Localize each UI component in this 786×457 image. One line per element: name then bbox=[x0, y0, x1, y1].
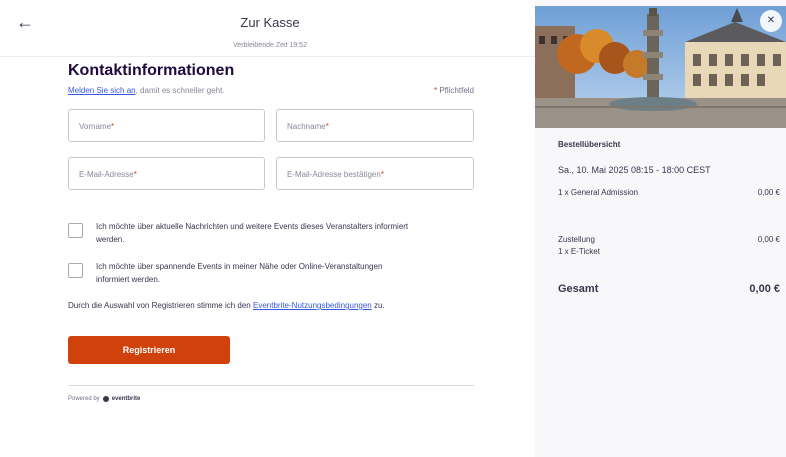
eventbrite-logo-icon bbox=[102, 396, 109, 402]
form-divider bbox=[68, 385, 474, 386]
newsletter-organizer-label: Ich möchte über aktuelle Nachrichten und… bbox=[96, 222, 409, 244]
close-icon[interactable]: ✕ bbox=[760, 10, 782, 32]
order-total: Gesamt 0,00 € bbox=[558, 283, 780, 295]
delivery-price: 0,00 € bbox=[757, 235, 780, 244]
ticket-price: 0,00 € bbox=[757, 188, 780, 197]
login-row: Melden Sie sich an, damit es schneller g… bbox=[68, 86, 474, 98]
eventbrite-brand: eventbrite bbox=[111, 396, 141, 402]
last-name-field[interactable]: Nachname* bbox=[276, 109, 474, 142]
email-confirm-field[interactable]: E-Mail-Adresse bestätigen* bbox=[276, 157, 474, 190]
order-summary-panel: ✕ Bestellübersicht Sa., 10. Mai 2025 08:… bbox=[535, 0, 786, 457]
summary-title: Bestellübersicht bbox=[558, 140, 621, 149]
delivery-line: Zustellung 1 x E-Ticket 0,00 € bbox=[558, 234, 780, 260]
event-date: Sa., 10. Mai 2025 08:15 - 18:00 CEST bbox=[558, 165, 711, 175]
event-photo-icon bbox=[535, 6, 786, 128]
ticket-line: 1 x General Admission 0,00 € bbox=[558, 187, 780, 213]
login-suffix: , damit es schneller geht. bbox=[135, 86, 225, 95]
total-price: 0,00 € bbox=[749, 283, 780, 295]
login-link[interactable]: Melden Sie sich an bbox=[68, 86, 136, 95]
checkout-panel: ← Zur Kasse Verbleibende Zeit 19:52 Kont… bbox=[0, 0, 535, 457]
email-field[interactable]: E-Mail-Adresse* bbox=[68, 157, 265, 190]
email-confirm-input[interactable] bbox=[277, 158, 473, 189]
total-label: Gesamt bbox=[558, 283, 599, 295]
header-divider bbox=[0, 56, 535, 57]
page-title: Zur Kasse bbox=[240, 15, 300, 30]
contact-form: Kontaktinformationen Melden Sie sich an,… bbox=[68, 60, 474, 402]
last-name-input[interactable] bbox=[277, 110, 473, 141]
first-name-field[interactable]: Vorname* bbox=[68, 109, 265, 142]
terms-link[interactable]: Eventbrite-Nutzungsbedingungen bbox=[253, 301, 372, 310]
terms-text: Durch die Auswahl von Registrieren stimm… bbox=[68, 301, 385, 310]
powered-by: Powered by eventbrite bbox=[68, 396, 141, 402]
newsletter-events-label: Ich möchte über spannende Events in mein… bbox=[96, 262, 383, 284]
newsletter-organizer-checkbox[interactable] bbox=[68, 223, 83, 238]
register-button[interactable]: Registrieren bbox=[68, 336, 230, 364]
email-input[interactable] bbox=[69, 158, 264, 189]
first-name-input[interactable] bbox=[69, 110, 264, 141]
required-note: * Pflichtfeld bbox=[433, 86, 474, 95]
countdown-timer: Verbleibende Zeit 19:52 bbox=[233, 42, 307, 49]
form-heading: Kontaktinformationen bbox=[68, 62, 235, 79]
ticket-label: 1 x General Admission bbox=[558, 188, 639, 197]
delivery-label: Zustellung 1 x E-Ticket bbox=[558, 235, 600, 256]
event-image bbox=[535, 6, 786, 128]
order-summary: Bestellübersicht Sa., 10. Mai 2025 08:15… bbox=[558, 140, 780, 295]
newsletter-events-checkbox[interactable] bbox=[68, 263, 83, 278]
